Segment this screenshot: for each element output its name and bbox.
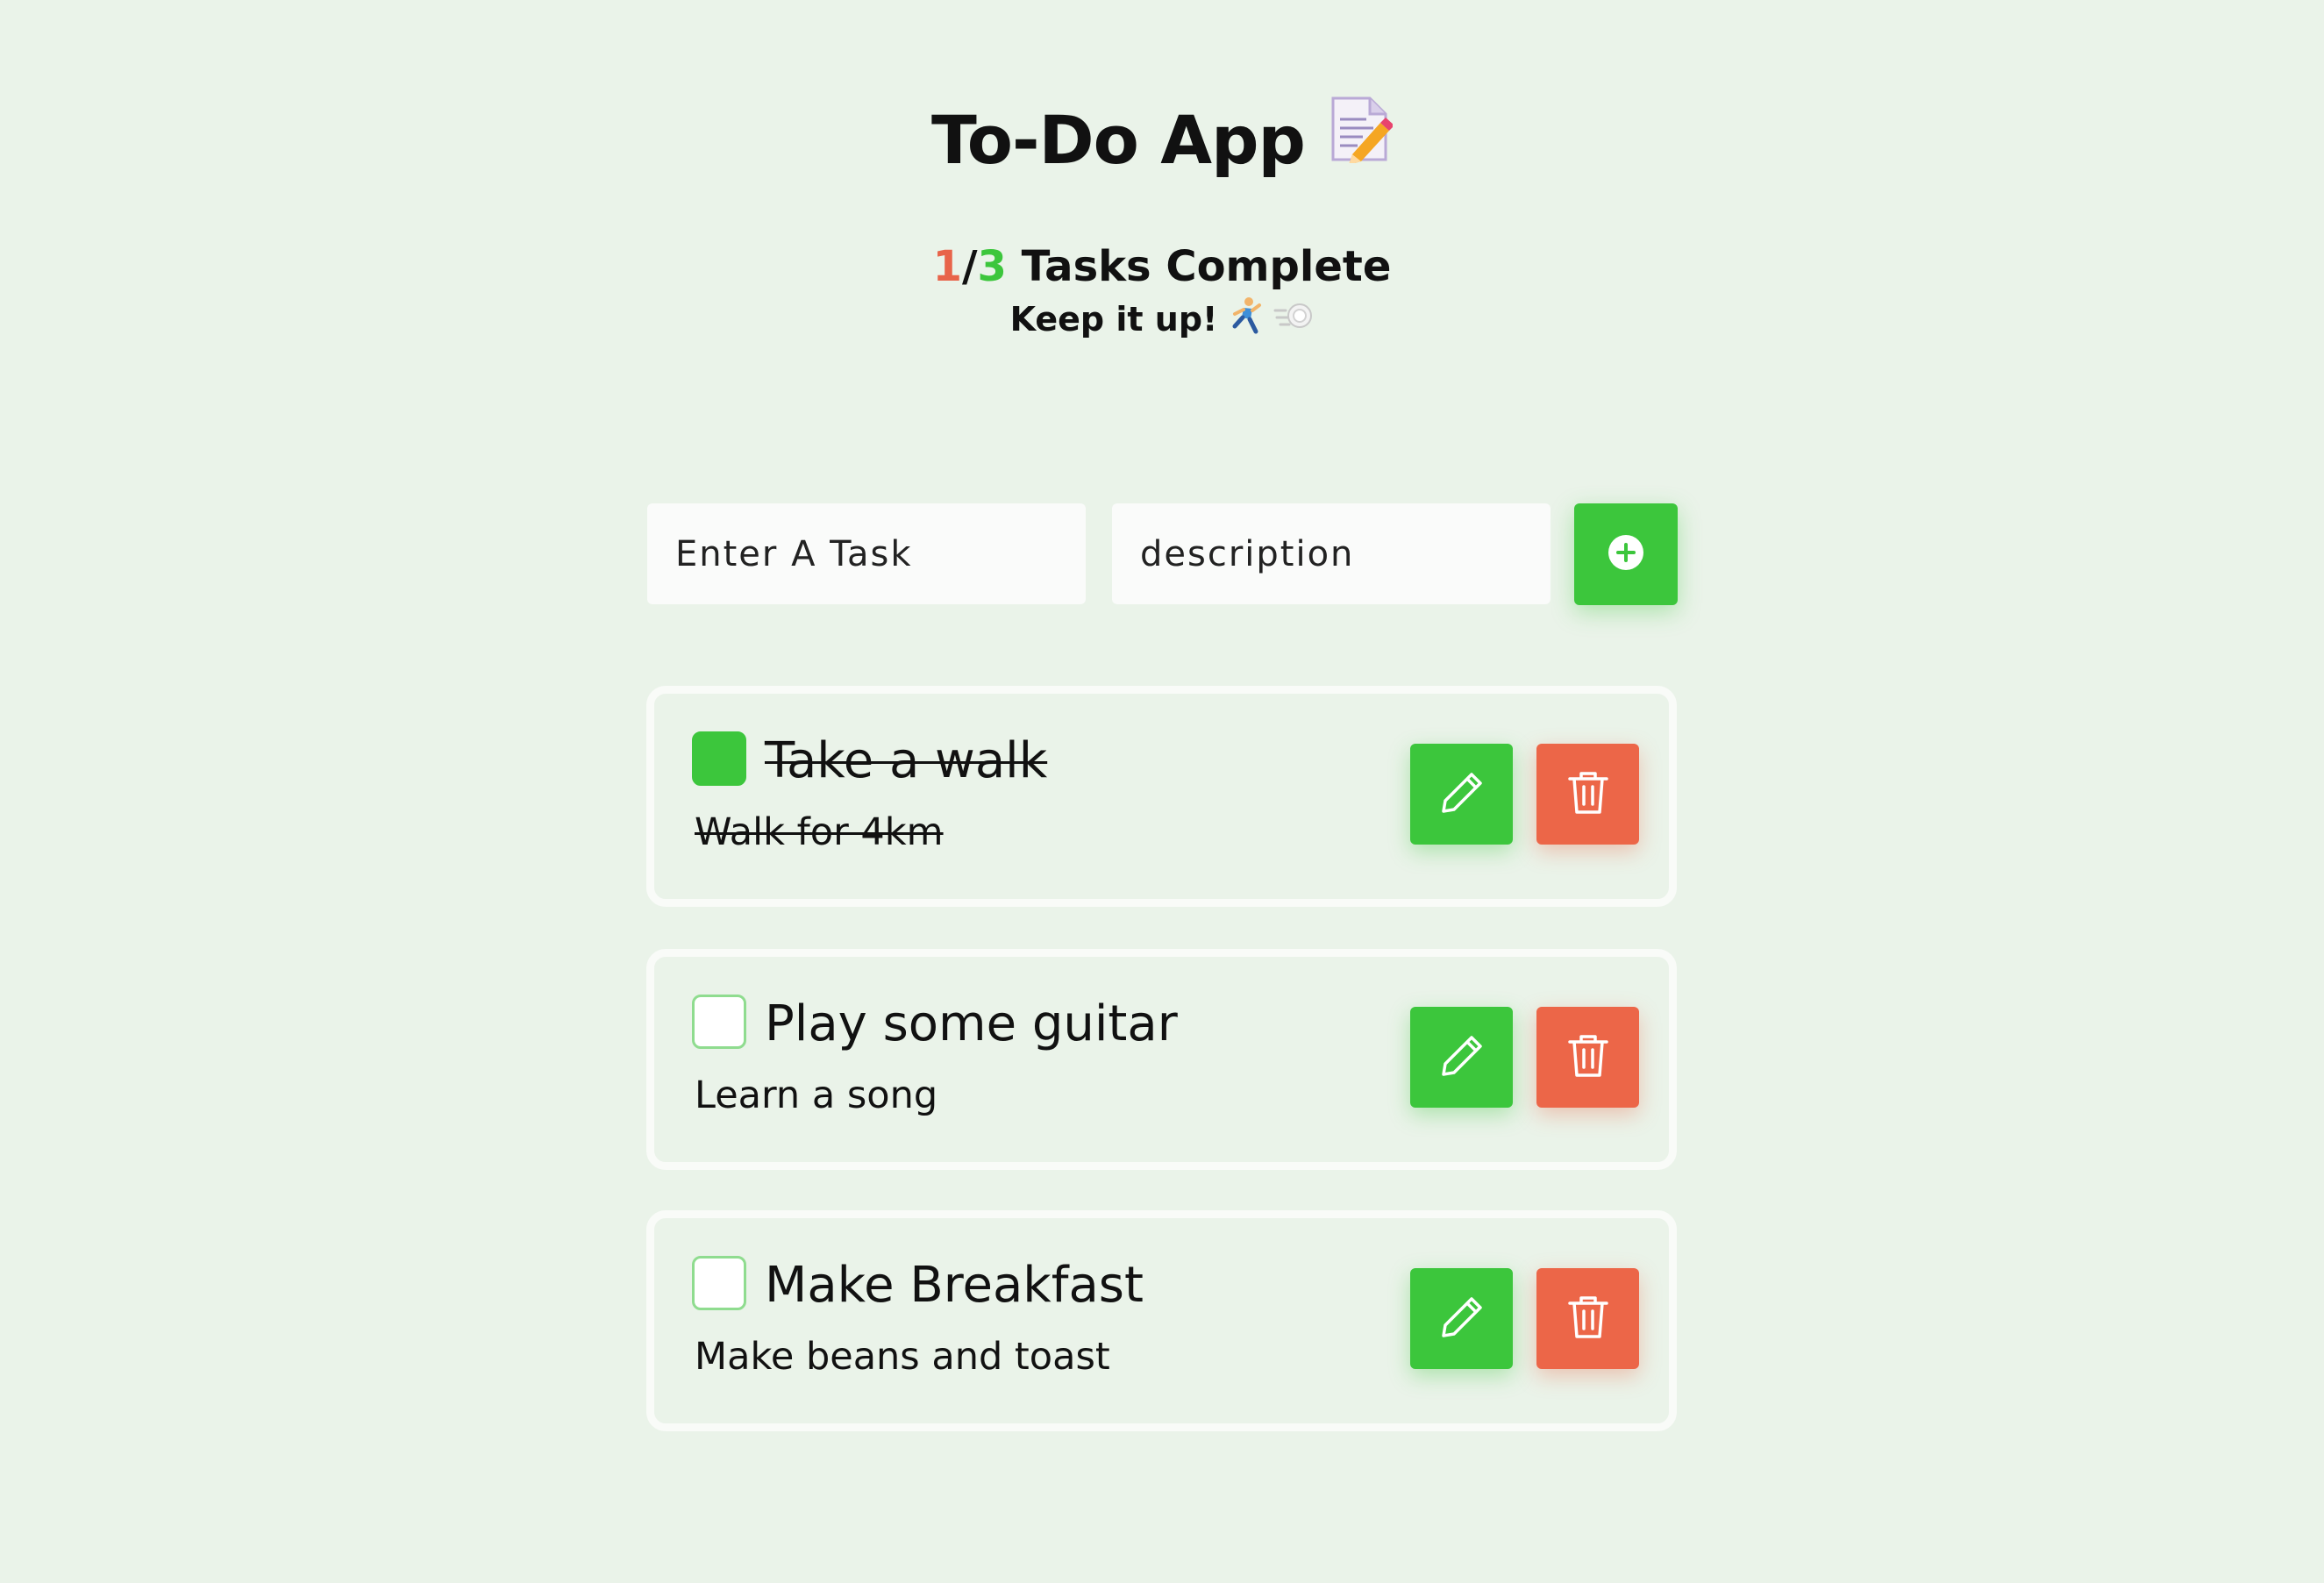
task-item: Take a walk Walk for 4km (646, 686, 1677, 907)
page-title: To-Do App (0, 96, 2324, 184)
task-title: Take a walk (765, 732, 1048, 789)
task-description-input[interactable] (1112, 503, 1551, 604)
trash-icon (1566, 769, 1610, 820)
pencil-icon (1438, 769, 1486, 820)
runner-icon (1228, 296, 1263, 346)
count-separator: / (961, 242, 978, 291)
delete-task-button[interactable] (1536, 1268, 1639, 1369)
progress-counter: 1/3 Tasks Complete (0, 239, 2324, 295)
edit-task-button[interactable] (1410, 1007, 1513, 1108)
app-title-text: To-Do App (931, 101, 1306, 179)
todo-app: To-Do App 1/3 Tasks Complete Keep it up! (0, 0, 2324, 1583)
task-checkbox[interactable] (692, 1256, 746, 1310)
task-title: Make Breakfast (765, 1257, 1144, 1314)
task-checkbox[interactable] (692, 995, 746, 1049)
task-checkbox[interactable] (692, 731, 746, 786)
plus-circle-icon (1607, 533, 1645, 575)
trash-icon (1566, 1032, 1610, 1083)
trash-icon (1566, 1294, 1610, 1344)
pencil-icon (1438, 1294, 1486, 1344)
memo-icon (1328, 96, 1394, 184)
delete-task-button[interactable] (1536, 1007, 1639, 1108)
edit-task-button[interactable] (1410, 1268, 1513, 1369)
add-task-button[interactable] (1574, 503, 1678, 605)
progress-label: Tasks Complete (1006, 242, 1392, 291)
encouragement-text: Keep it up! (1009, 300, 1218, 339)
task-item: Play some guitar Learn a song (646, 949, 1677, 1170)
pencil-icon (1438, 1032, 1486, 1083)
delete-task-button[interactable] (1536, 744, 1639, 845)
task-description: Make beans and toast (695, 1335, 1110, 1379)
edit-task-button[interactable] (1410, 744, 1513, 845)
completed-count: 1 (932, 242, 962, 291)
task-title-input[interactable] (647, 503, 1086, 604)
dash-icon (1273, 296, 1314, 346)
total-count: 3 (977, 242, 1007, 291)
task-description: Learn a song (695, 1073, 938, 1117)
task-description: Walk for 4km (695, 810, 944, 854)
encouragement-message: Keep it up! (0, 296, 2324, 346)
task-item: Make Breakfast Make beans and toast (646, 1210, 1677, 1431)
task-title: Play some guitar (765, 995, 1178, 1052)
